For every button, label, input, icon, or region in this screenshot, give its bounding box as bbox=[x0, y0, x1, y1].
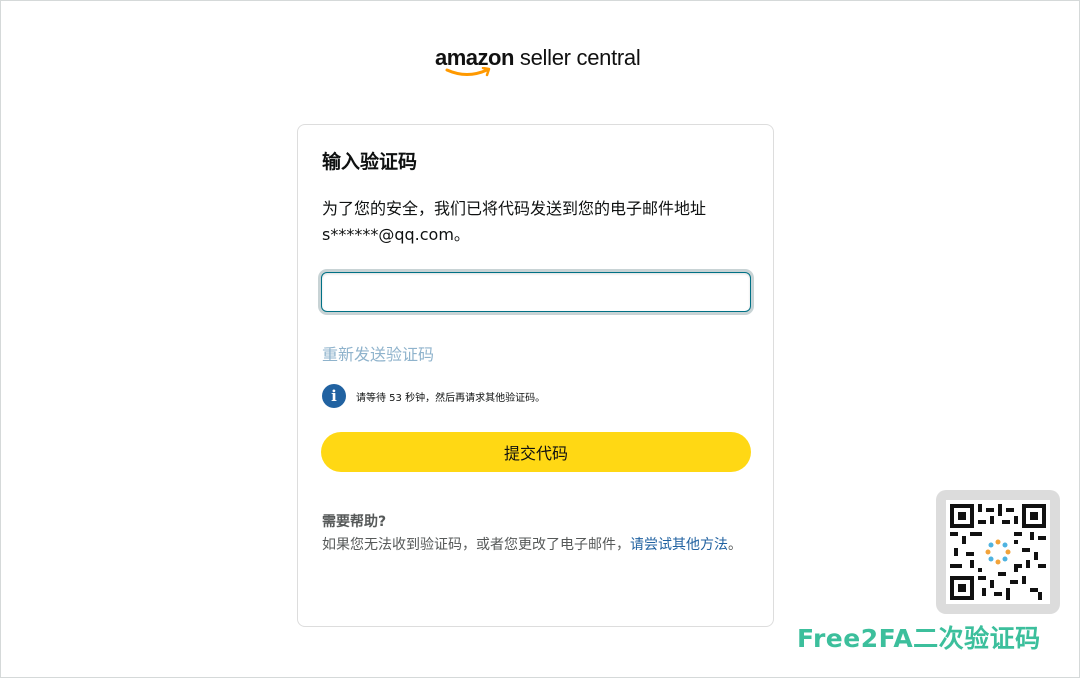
amazon-seller-central-logo: amazon seller central bbox=[435, 45, 641, 77]
info-icon: i bbox=[322, 384, 346, 408]
logo-wordmark: amazon bbox=[435, 45, 514, 77]
description-line: 为了您的安全，我们已将代码发送到您的电子邮件地址 bbox=[322, 199, 707, 218]
watermark-qr-container bbox=[936, 490, 1060, 614]
qr-code-graphic bbox=[950, 504, 1046, 600]
verification-card: 输入验证码 为了您的安全，我们已将代码发送到您的电子邮件地址 s******@q… bbox=[297, 124, 774, 627]
help-description: 如果您无法收到验证码，或者您更改了电子邮件， bbox=[322, 537, 630, 553]
logo-product-name: seller central bbox=[519, 45, 641, 70]
smile-arrow-icon bbox=[445, 67, 491, 77]
try-other-method-link[interactable]: 请尝试其他方法 bbox=[630, 537, 728, 553]
verification-code-input[interactable] bbox=[321, 272, 751, 312]
page-title: 输入验证码 bbox=[322, 151, 418, 173]
help-text: 如果您无法收到验证码，或者您更改了电子邮件，请尝试其他方法。 bbox=[322, 533, 752, 557]
help-suffix: 。 bbox=[728, 537, 742, 553]
qr-code-icon bbox=[946, 500, 1050, 604]
verification-description: 为了您的安全，我们已将代码发送到您的电子邮件地址 s******@qq.com。 bbox=[322, 196, 752, 248]
resend-code-link[interactable]: 重新发送验证码 bbox=[322, 341, 434, 365]
free2fa-watermark: Free2FA二次验证码 bbox=[797, 624, 1041, 653]
help-heading: 需要帮助? bbox=[322, 514, 387, 530]
wait-countdown-message: 请等待 53 秒钟，然后再请求其他验证码。 bbox=[356, 392, 546, 404]
info-alert: i 请等待 53 秒钟，然后再请求其他验证码。 bbox=[322, 384, 545, 408]
masked-email: s******@qq.com。 bbox=[322, 225, 470, 244]
submit-code-button[interactable]: 提交代码 bbox=[321, 432, 751, 472]
